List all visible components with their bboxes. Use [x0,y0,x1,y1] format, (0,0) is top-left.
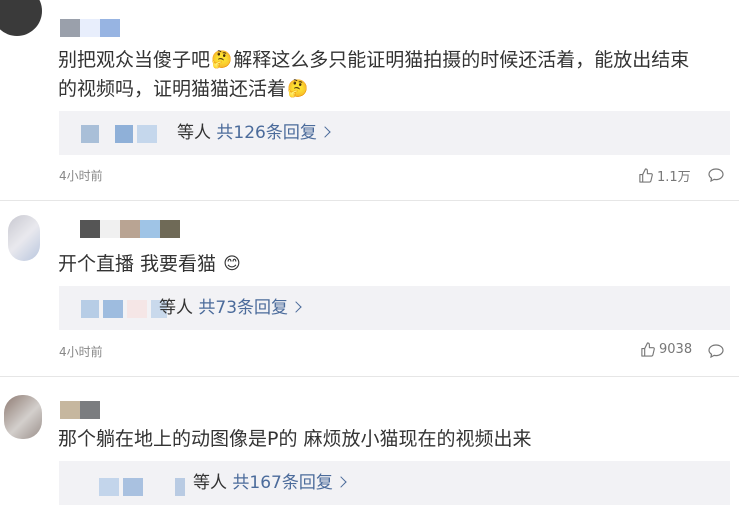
like-count: 1.1万 [657,170,691,185]
chevron-right-icon [319,126,331,138]
like-count: 9038 [659,342,693,357]
replies-preview[interactable]: 等人 共167条回复 [59,461,730,505]
like-button[interactable]: 9038 [640,342,692,357]
reply-summary[interactable]: 等人 共167条回复 [193,472,347,494]
reply-summary[interactable]: 等人 共126条回复 [177,122,331,144]
comment-text: 那个躺在地上的动图像是P的 麻烦放小猫现在的视频出来 [58,425,532,454]
reply-avatars-blurred [81,125,157,143]
comment-bubble-icon[interactable] [708,344,724,358]
avatar[interactable] [8,215,40,261]
reply-users-label: 等人 [193,473,227,493]
comment-item: 开个直播 我要看猫 😊 等人 共73条回复 4小时前 9038 [0,201,739,376]
reply-users-label: 等人 [177,123,211,143]
comment-text: 开个直播 我要看猫 😊 [58,250,242,279]
reply-avatars-blurred [81,300,167,318]
comment-item: 别把观众当傻子吧🤔解释这么多只能证明猫拍摄的时候还活着，能放出结束 的视频吗，证… [0,0,739,200]
thumbs-up-icon [641,342,655,357]
thinking-emoji-icon: 🤔 [211,50,233,70]
timestamp: 4小时前 [59,345,103,359]
reply-count-link[interactable]: 共126条回复 [216,123,316,143]
comment-text-part: 别把观众当傻子吧 [58,49,211,71]
thinking-emoji-icon: 🤔 [287,79,309,99]
avatar[interactable] [0,0,42,36]
replies-preview[interactable]: 等人 共126条回复 [59,111,730,155]
comment-text-part: 那个躺在地上的动图像是P的 麻烦放小猫现在的视频出来 [58,428,532,450]
reply-summary[interactable]: 等人 共73条回复 [159,297,302,319]
reply-users-label: 等人 [159,298,193,318]
comment-text-part: 解释这么多只能证明猫拍摄的时候还活着，能放出结束 [233,49,690,71]
reply-avatars-blurred [99,478,185,496]
reply-count-link[interactable]: 共73条回复 [198,298,288,318]
chevron-right-icon [290,301,302,313]
avatar[interactable] [4,395,42,439]
comment-bubble-icon[interactable] [708,168,724,182]
chevron-right-icon [335,476,347,488]
replies-preview[interactable]: 等人 共73条回复 [59,286,730,330]
comment-text-part: 的视频吗，证明猫猫还活着 [58,78,287,100]
comment-item: 那个躺在地上的动图像是P的 麻烦放小猫现在的视频出来 等人 共167条回复 [0,377,739,508]
timestamp: 4小时前 [59,169,103,183]
comment-text-part: 开个直播 我要看猫 [58,253,217,275]
smile-emoji-icon: 😊 [223,254,241,274]
username-blurred[interactable] [60,19,120,37]
like-button[interactable]: 1.1万 [638,166,691,185]
username-blurred[interactable] [80,220,180,238]
thumbs-up-icon [639,168,653,183]
comment-text: 别把观众当傻子吧🤔解释这么多只能证明猫拍摄的时候还活着，能放出结束 的视频吗，证… [58,46,689,104]
reply-count-link[interactable]: 共167条回复 [232,473,332,493]
username-blurred[interactable] [60,401,100,419]
